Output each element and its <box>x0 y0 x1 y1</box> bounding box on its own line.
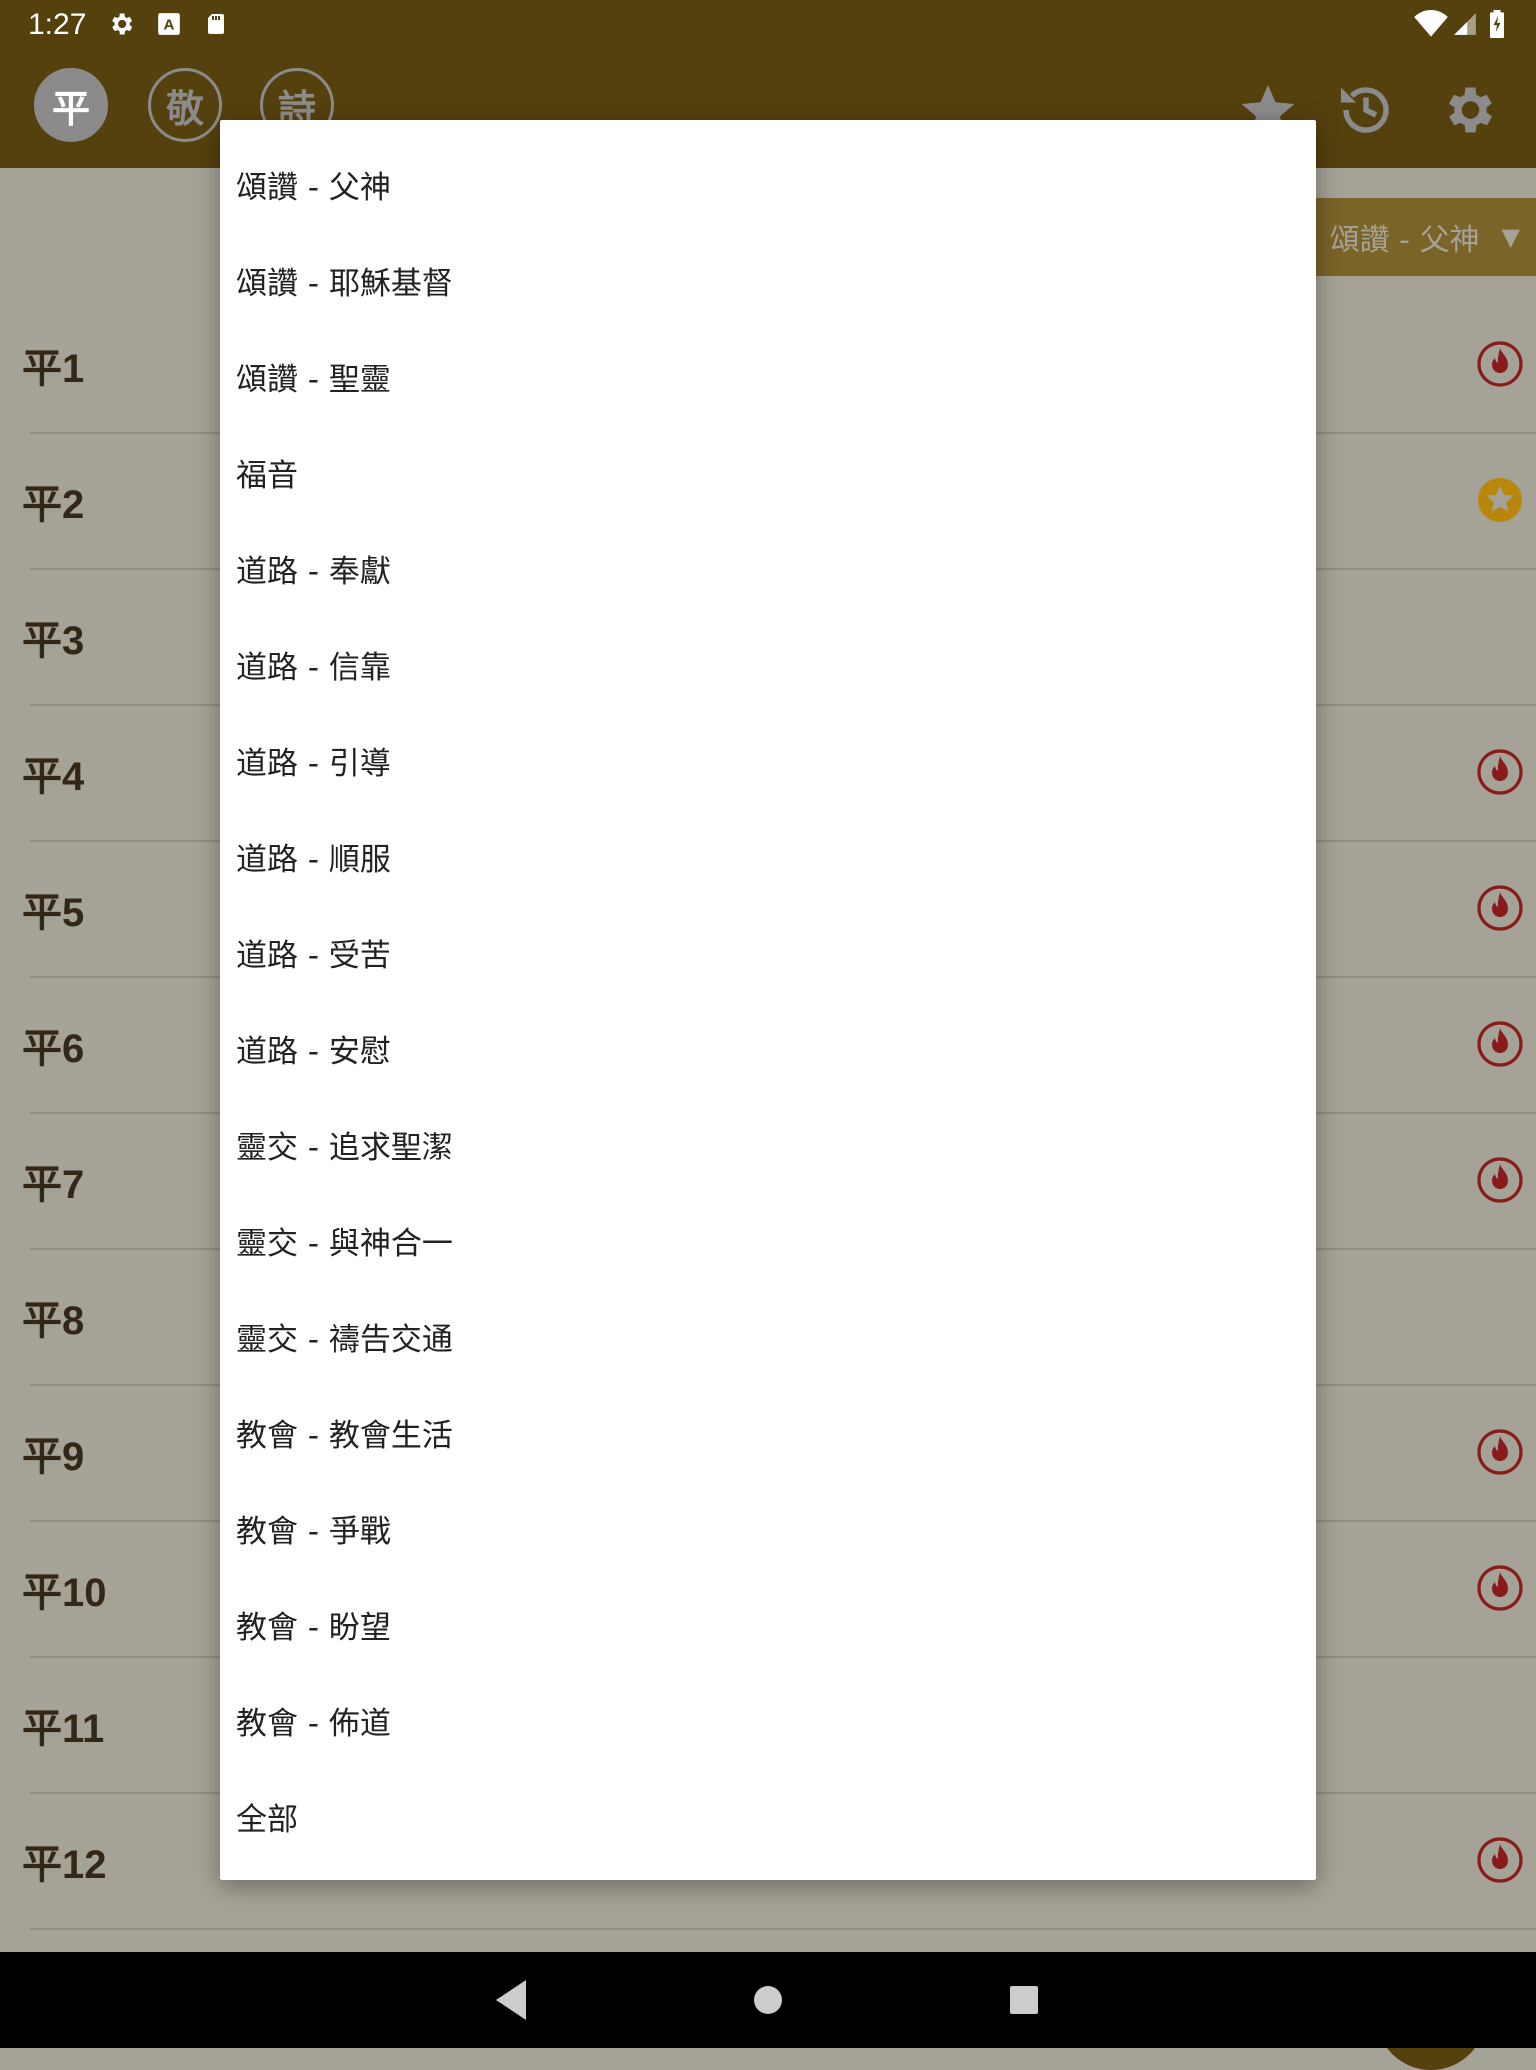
tab-jing[interactable]: 敬 <box>148 68 222 142</box>
status-time: 1:27 <box>28 8 87 41</box>
hymn-number: 平9 <box>22 1435 85 1479</box>
hymn-number: 平8 <box>22 1299 85 1343</box>
hymn-number: 平1 <box>22 347 85 391</box>
settings-status-icon <box>112 13 133 35</box>
popular-fire-icon <box>1477 341 1523 387</box>
hymn-number: 平7 <box>22 1163 85 1207</box>
hymn-number: 平4 <box>22 755 85 799</box>
favorite-star-icon <box>1478 478 1522 522</box>
category-option[interactable]: 靈交 - 禱告交通 <box>220 1288 1316 1384</box>
category-option[interactable]: 教會 - 爭戰 <box>220 1480 1316 1576</box>
navigation-bar <box>0 1952 1536 2048</box>
status-bar: 1:27 A <box>0 0 1536 48</box>
category-option[interactable]: 道路 - 引導 <box>220 712 1316 808</box>
category-option[interactable]: 道路 - 順服 <box>220 808 1316 904</box>
popular-fire-icon <box>1477 1021 1523 1067</box>
recents-icon[interactable] <box>1008 1976 1040 2024</box>
popular-fire-icon <box>1477 749 1523 795</box>
popular-fire-icon <box>1477 1837 1523 1883</box>
hymn-number: 平6 <box>22 1027 85 1071</box>
settings-icon[interactable] <box>1438 80 1498 140</box>
category-option[interactable]: 全部 <box>220 1768 1316 1864</box>
category-option[interactable]: 頌讚 - 聖靈 <box>220 328 1316 424</box>
category-option[interactable]: 靈交 - 與神合一 <box>220 1192 1316 1288</box>
hymn-number: 平11 <box>22 1707 105 1751</box>
category-picker-dialog: 頌讚 - 父神 頌讚 - 耶穌基督 頌讚 - 聖靈 福音 道路 - 奉獻 道路 - 信靠道… <box>220 120 1316 1880</box>
category-option[interactable]: 靈交 - 追求聖潔 <box>220 1096 1316 1192</box>
popular-fire-icon <box>1477 1565 1523 1611</box>
category-filter-label: 頌讚 - 父神 <box>1329 223 1480 258</box>
dropdown-arrow-icon: ▼ <box>1501 223 1520 251</box>
hymn-number: 平10 <box>22 1571 107 1615</box>
category-option[interactable]: 道路 - 安慰 <box>220 1000 1316 1096</box>
wifi-icon <box>1414 10 1448 37</box>
category-option[interactable]: 頌讚 - 父神 <box>220 136 1316 232</box>
history-icon[interactable] <box>1336 80 1396 140</box>
battery-icon <box>1490 10 1504 38</box>
category-option[interactable]: 道路 - 奉獻 <box>220 520 1316 616</box>
font-status-icon: A <box>158 13 180 35</box>
home-icon[interactable] <box>752 1976 784 2024</box>
category-option[interactable]: 教會 - 盼望 <box>220 1576 1316 1672</box>
category-option[interactable]: 道路 - 受苦 <box>220 904 1316 1000</box>
category-option[interactable]: 福音 <box>220 424 1316 520</box>
category-option[interactable]: 頌讚 - 耶穌基督 <box>220 232 1316 328</box>
category-option[interactable]: 道路 - 信靠 <box>220 616 1316 712</box>
hymn-number: 平2 <box>22 483 85 527</box>
category-filter-dropdown[interactable]: 頌讚 - 父神 ▼ <box>1296 198 1536 276</box>
popular-fire-icon <box>1477 1157 1523 1203</box>
svg-text:A: A <box>164 16 175 33</box>
popular-fire-icon <box>1477 885 1523 931</box>
sdcard-status-icon <box>208 14 224 34</box>
back-icon[interactable] <box>494 1976 528 2024</box>
category-option[interactable]: 教會 - 佈道 <box>220 1672 1316 1768</box>
signal-icon <box>1454 13 1476 35</box>
popular-fire-icon <box>1477 1429 1523 1475</box>
hymn-number: 平5 <box>22 891 85 935</box>
hymn-number: 平12 <box>22 1843 107 1887</box>
hymn-number: 平3 <box>22 619 85 663</box>
tab-ping[interactable]: 平 <box>34 68 108 142</box>
category-option[interactable]: 教會 - 教會生活 <box>220 1384 1316 1480</box>
row-divider <box>30 1928 1536 1930</box>
